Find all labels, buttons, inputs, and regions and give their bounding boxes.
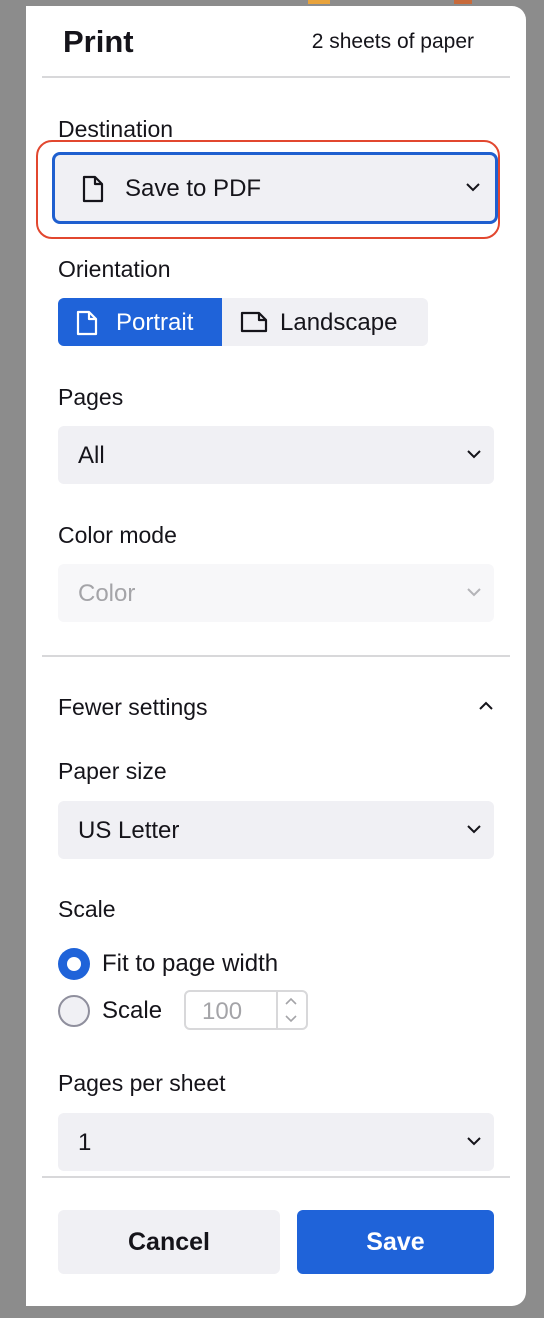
spin-up-icon[interactable] [285,996,297,1006]
more-settings-label: Fewer settings [58,694,208,720]
chevron-down-icon [467,1137,481,1146]
paper-size-value: US Letter [78,817,180,844]
custom-scale-radio[interactable] [58,995,90,1027]
landscape-page-icon [240,311,268,333]
landscape-option[interactable]: Landscape [222,298,428,346]
fit-to-width-label: Fit to page width [102,950,279,977]
sheet-count: 2 sheets of paper [311,30,474,53]
paper-size-select[interactable]: US Letter [58,801,494,859]
fit-to-width-option[interactable]: Fit to page width [58,944,358,984]
scale-stepper[interactable] [276,992,306,1028]
chevron-down-icon [467,825,481,834]
scale-value: 100 [202,998,243,1025]
pages-per-sheet-value: 1 [78,1129,92,1156]
orientation-toggle: Portrait Landscape [58,298,428,346]
color-mode-label: Color mode [58,522,177,548]
pages-per-sheet-label: Pages per sheet [58,1070,226,1096]
dialog-title: Print [63,24,134,59]
save-button[interactable]: Save [297,1210,494,1274]
custom-scale-label: Scale [102,997,163,1024]
destination-label: Destination [58,116,174,142]
pages-value: All [78,442,105,469]
more-settings-toggle[interactable]: Fewer settings [58,686,494,726]
fit-to-width-radio[interactable] [58,948,90,980]
background-tab-indicator [308,0,330,4]
spin-down-icon[interactable] [285,1014,297,1024]
portrait-label: Portrait [116,309,194,336]
orientation-label: Orientation [58,256,171,282]
destination-value: Save to PDF [125,175,262,202]
paper-size-label: Paper size [58,758,167,784]
color-mode-select: Color [58,564,494,622]
pages-select[interactable]: All [58,426,494,484]
scale-label: Scale [58,896,116,922]
landscape-label: Landscape [280,309,398,336]
scale-input[interactable]: 100 [184,990,308,1030]
custom-scale-option[interactable]: Scale [58,991,178,1031]
footer-divider [42,1176,510,1178]
chevron-down-icon [467,450,481,459]
portrait-page-icon [76,310,98,336]
section-divider [42,655,510,657]
chevron-down-icon [467,588,481,597]
cancel-button[interactable]: Cancel [58,1210,280,1274]
print-dialog: Print 2 sheets of paper Destination Save… [26,6,526,1306]
chevron-down-icon [466,183,480,192]
portrait-option[interactable]: Portrait [58,298,222,346]
color-mode-value: Color [78,580,136,607]
pages-per-sheet-select[interactable]: 1 [58,1113,494,1171]
header-divider [42,76,510,78]
background-tab-indicator [454,0,472,4]
print-header: Print 2 sheets of paper [26,6,526,78]
chevron-up-icon [479,701,493,710]
document-icon [82,175,104,203]
destination-select[interactable]: Save to PDF [52,152,498,224]
pages-label: Pages [58,384,124,410]
